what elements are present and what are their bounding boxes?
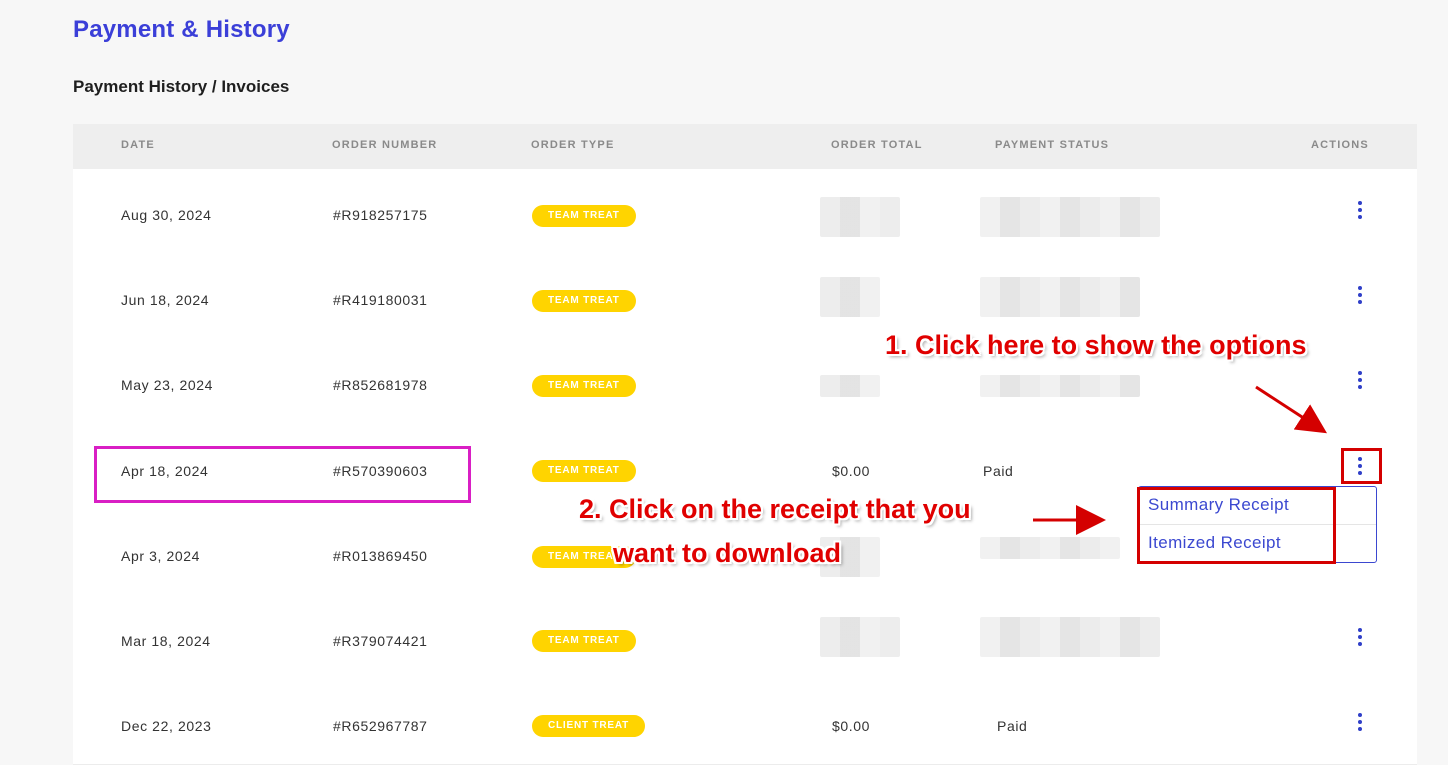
column-header-date: DATE [121,139,155,151]
order-type-badge: TEAM TREAT [532,630,636,652]
row-order-number: #R379074421 [333,633,428,649]
row-order-number: #R918257175 [333,207,428,223]
table-row: Aug 30, 2024 #R918257175 TEAM TREAT [73,169,1417,255]
table-row: Mar 18, 2024 #R379074421 TEAM TREAT [73,594,1417,680]
actions-menu-icon[interactable] [1354,284,1366,306]
row-date: Dec 22, 2023 [121,718,212,734]
table-header: DATE ORDER NUMBER ORDER TYPE ORDER TOTAL… [73,124,1417,169]
row-date: May 23, 2024 [121,377,214,393]
redacted-order-total [820,375,880,397]
row-order-number: #R852681978 [333,377,428,393]
redacted-payment-status [980,375,1140,397]
column-header-order-number: ORDER NUMBER [332,139,438,151]
order-type-badge: TEAM TREAT [532,290,636,312]
order-type-badge: CLIENT TREAT [532,715,646,737]
page-title: Payment & History [73,16,290,43]
annotation-step-2-line-2: want to download [613,538,841,568]
receipt-options-highlight-box [1137,487,1336,564]
payment-history-table: DATE ORDER NUMBER ORDER TYPE ORDER TOTAL… [73,124,1417,765]
table-row: Jun 18, 2024 #R419180031 TEAM TREAT [73,254,1417,340]
row-order-number: #R652967787 [333,718,428,734]
redacted-payment-status [980,197,1160,237]
column-header-payment-status: PAYMENT STATUS [995,139,1110,151]
redacted-payment-status [980,617,1160,657]
actions-menu-icon[interactable] [1354,626,1366,648]
section-title: Payment History / Invoices [73,77,290,96]
row-date: Apr 3, 2024 [121,548,200,564]
row-payment-status: Paid [997,718,1028,734]
actions-menu-icon[interactable] [1354,711,1366,733]
redacted-order-total [820,277,880,317]
order-type-badge: TEAM TREAT [532,375,636,397]
column-header-order-total: ORDER TOTAL [831,139,923,151]
redacted-order-total [820,617,900,657]
row-date: Aug 30, 2024 [121,207,212,223]
row-payment-status: Paid [983,463,1014,479]
column-header-actions: ACTIONS [1311,139,1369,151]
row-date: Mar 18, 2024 [121,633,211,649]
row-order-total: $0.00 [832,718,871,734]
order-type-badge: TEAM TREAT [532,205,636,227]
redacted-payment-status [980,537,1120,559]
column-header-order-type: ORDER TYPE [531,139,615,151]
row-date: Jun 18, 2024 [121,292,210,308]
actions-menu-icon[interactable] [1354,199,1366,221]
order-type-badge: TEAM TREAT [532,460,636,482]
actions-menu-icon[interactable] [1354,369,1366,391]
redacted-payment-status [980,277,1140,317]
actions-highlight-box [1341,448,1382,484]
annotation-step-1: 1. Click here to show the options [885,330,1307,360]
highlighted-order-box [94,446,471,503]
annotation-step-2-line-1: 2. Click on the receipt that you [579,494,971,524]
row-order-total: $0.00 [832,463,871,479]
row-order-number: #R013869450 [333,548,428,564]
table-row: Dec 22, 2023 #R652967787 CLIENT TREAT $0… [73,679,1417,765]
redacted-order-total [820,197,900,237]
row-order-number: #R419180031 [333,292,428,308]
